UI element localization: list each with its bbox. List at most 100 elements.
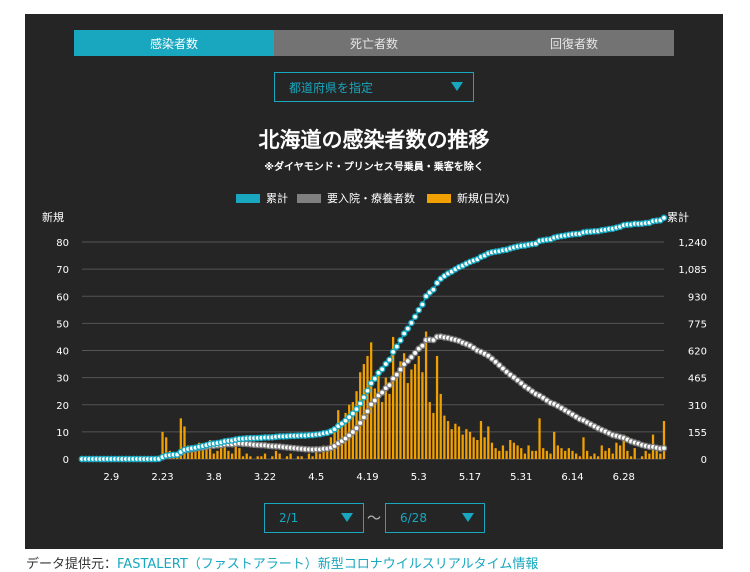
cumulative-point <box>360 394 368 401</box>
chart-plot: 0 10 20 30 40 50 60 70 80 0 155 310 465 620 775 930 1,08… <box>56 214 707 483</box>
cumulative-point <box>660 214 668 222</box>
cumulative-point <box>389 348 397 356</box>
y-left-tick-label: 30 <box>56 374 69 385</box>
bar-new-cases <box>227 450 230 459</box>
bar-new-cases <box>564 450 567 459</box>
start-date-label: 2/1 <box>279 511 299 525</box>
hospitalized-line <box>82 335 665 460</box>
bar-new-cases <box>326 450 329 459</box>
bar-new-cases <box>640 456 644 459</box>
x-tick-label: 5.3 <box>411 472 427 483</box>
bar-new-cases <box>238 448 241 459</box>
bar-new-cases <box>216 450 219 459</box>
bar-new-cases <box>585 450 589 459</box>
bar-new-cases <box>461 434 464 459</box>
cumulative-point <box>404 325 412 332</box>
data-source-link[interactable]: FASTALERT（ファストアラート）新型コロナウイルスリアルタイム情報 <box>117 557 538 572</box>
bar-new-cases <box>505 450 508 459</box>
cumulative-point <box>430 286 437 293</box>
bar-new-cases <box>318 453 322 459</box>
y-right-tick-label: 930 <box>688 292 707 303</box>
bar-new-cases <box>406 383 409 459</box>
cumulative-point <box>356 400 364 407</box>
bar-new-cases <box>311 456 314 459</box>
cumulative-point <box>411 313 419 321</box>
bar-new-cases <box>600 445 603 459</box>
bar-new-cases <box>289 453 292 459</box>
bar-new-cases <box>556 445 559 459</box>
bar-new-cases <box>245 453 248 459</box>
hospitalized-point <box>419 342 426 350</box>
bar-new-cases <box>582 437 585 459</box>
bar-new-cases <box>359 372 362 459</box>
bar-new-cases <box>545 450 549 459</box>
cumulative-point <box>408 319 415 327</box>
hospitalized-point <box>393 371 401 378</box>
end-date-select[interactable]: 6/28 <box>385 503 485 533</box>
start-date-select[interactable]: 2/1 <box>264 503 364 533</box>
bar-new-cases <box>296 456 300 459</box>
bar-new-cases <box>256 456 259 459</box>
y-left-tick-label: 10 <box>56 428 69 439</box>
hospitalized-point <box>371 397 379 404</box>
bar-new-cases <box>538 418 541 459</box>
bar-new-cases <box>560 448 563 459</box>
bar-new-cases <box>271 456 274 459</box>
bar-new-cases <box>501 445 505 459</box>
y-left-tick-label: 40 <box>56 347 69 358</box>
bar-new-cases <box>337 410 340 459</box>
bar-new-cases <box>490 442 494 459</box>
bar-new-cases <box>428 402 431 459</box>
x-tick-label: 5.31 <box>510 472 532 483</box>
bar-new-cases <box>388 393 391 459</box>
hospitalized-point <box>386 381 393 389</box>
bar-new-cases <box>655 450 658 459</box>
cumulative-point <box>371 375 379 382</box>
bar-new-cases <box>421 372 424 459</box>
bar-new-cases <box>575 453 578 459</box>
y-right-tick-label: 310 <box>688 401 707 412</box>
bar-new-cases <box>607 448 611 459</box>
bar-new-cases <box>300 456 303 459</box>
bar-new-cases <box>604 450 607 459</box>
bar-new-cases <box>662 421 666 459</box>
bar-new-cases <box>377 369 380 459</box>
bar-new-cases <box>443 415 446 459</box>
bar-new-cases <box>542 448 545 459</box>
bar-new-cases <box>611 453 614 459</box>
cumulative-point <box>364 387 371 395</box>
hospitalized-point <box>364 408 371 415</box>
cumulative-point <box>415 306 423 314</box>
bar-new-cases <box>285 456 289 459</box>
bar-new-cases <box>263 453 267 459</box>
chart-panel: 感染者数 死亡者数 回復者数 都道府県を指定 北海道の感染者数の推移 ※ダイヤモ… <box>25 14 723 549</box>
bar-new-cases <box>531 450 534 459</box>
bar-new-cases <box>567 448 570 459</box>
bar-new-cases <box>366 355 369 459</box>
hospitalized-point <box>356 419 364 427</box>
chevron-down-icon <box>341 513 353 522</box>
cumulative-point <box>393 343 401 350</box>
bar-new-cases <box>468 431 472 459</box>
bar-new-cases <box>476 440 479 459</box>
bar-new-cases <box>417 355 420 459</box>
hospitalized-point <box>360 414 368 421</box>
end-date-label: 6/28 <box>400 511 427 525</box>
cumulative-line <box>82 217 665 460</box>
bar-new-cases <box>307 453 311 459</box>
y-left-tick-label: 70 <box>56 265 69 276</box>
bar-new-cases <box>435 355 439 459</box>
chevron-down-icon <box>462 513 474 522</box>
x-tick-label: 3.8 <box>206 472 222 483</box>
bar-new-cases <box>465 429 468 459</box>
range-separator: ～ <box>367 511 381 527</box>
bar-new-cases <box>479 421 483 459</box>
bar-new-cases <box>439 393 442 459</box>
bar-new-cases <box>395 377 398 459</box>
bar-new-cases <box>618 445 622 459</box>
cumulative-point <box>386 356 393 364</box>
x-tick-label: 6.28 <box>613 472 635 483</box>
data-source-footer: データ提供元：FASTALERT（ファストアラート）新型コロナウイルスリアルタイ… <box>26 553 538 572</box>
bar-new-cases <box>578 456 581 459</box>
bar-new-cases <box>527 445 530 459</box>
